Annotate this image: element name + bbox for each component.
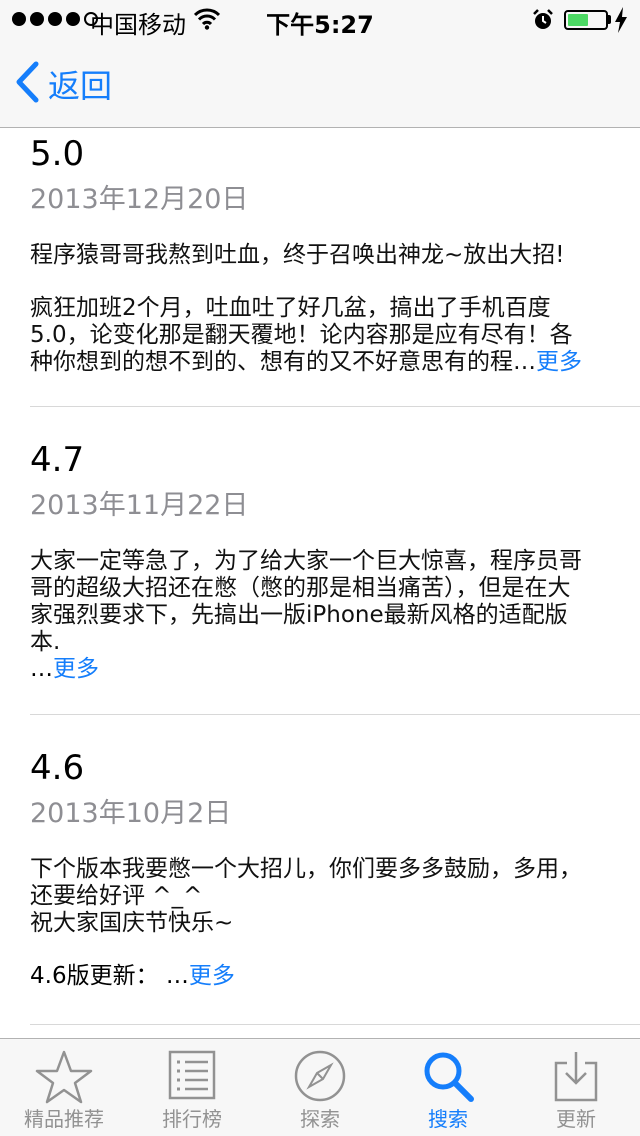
separator [30,1024,640,1025]
release-date: 2013年10月2日 [30,798,232,829]
separator [30,406,640,407]
tab-label: 更新 [556,1107,596,1131]
charging-icon [614,7,628,37]
back-button[interactable]: 返回 [14,61,113,107]
version-entry: 5.0 2013年12月20日 程序猿哥哥我熬到吐血，终于召唤出神龙~放出大招!… [30,132,640,376]
tab-label: 精品推荐 [24,1107,104,1131]
back-label: 返回 [48,67,113,105]
more-line: …更多 [30,656,99,682]
search-icon [421,1039,475,1107]
tab-explore[interactable]: 探索 [256,1039,384,1136]
alarm-icon [532,9,554,35]
release-date: 2013年11月22日 [30,490,249,521]
battery-icon [564,10,608,30]
compass-icon [293,1039,347,1107]
version-entry: 4.6 2013年10月2日 下个版本我要憋一个大招儿，你们要多多鼓励，多用， … [30,746,640,990]
version-number: 4.7 [30,440,85,480]
navigation-bar: 返回 [0,40,640,128]
version-number: 4.6 [30,748,85,788]
more-link[interactable]: 更多 [189,963,235,989]
tab-label: 搜索 [428,1107,468,1131]
tab-label: 排行榜 [162,1107,222,1131]
download-icon [553,1039,599,1107]
status-bar: 中国移动 下午5:27 [0,0,640,40]
version-number: 5.0 [30,134,85,174]
tab-featured[interactable]: 精品推荐 [0,1039,128,1136]
tab-bar: 精品推荐 排行榜 探索 搜索 更新 [0,1038,640,1136]
more-link[interactable]: 更多 [536,349,582,375]
battery-tip [608,15,611,24]
star-icon [34,1039,94,1109]
tab-updates[interactable]: 更新 [512,1039,640,1136]
release-note: 下个版本我要憋一个大招儿，你们要多多鼓励，多用， 还要给好评 ^_^ 祝大家国庆… [30,856,582,936]
more-line: 4.6版更新： …更多 [30,963,235,989]
version-history-list[interactable]: 5.0 2013年12月20日 程序猿哥哥我熬到吐血，终于召唤出神龙~放出大招!… [0,128,640,1038]
release-note: 大家一定等急了，为了给大家一个巨大惊喜，程序员哥 哥的超级大招还在憋（憋的那是相… [30,548,582,655]
battery-level [568,14,588,26]
tab-charts[interactable]: 排行榜 [128,1039,256,1136]
release-note: 疯狂加班2个月，吐血吐了好几盆，搞出了手机百度 5.0，论变化那是翻天覆地！论内… [30,295,582,375]
version-entry: 4.7 2013年11月22日 大家一定等急了，为了给大家一个巨大惊喜，程序员哥… [30,438,640,683]
more-link[interactable]: 更多 [53,656,99,682]
release-date: 2013年12月20日 [30,184,249,215]
list-icon [167,1039,217,1105]
release-note: 程序猿哥哥我熬到吐血，终于召唤出神龙~放出大招! [30,242,565,268]
tab-label: 探索 [300,1107,340,1131]
tab-search[interactable]: 搜索 [384,1039,512,1136]
separator [30,714,640,715]
chevron-left-icon [14,61,40,107]
